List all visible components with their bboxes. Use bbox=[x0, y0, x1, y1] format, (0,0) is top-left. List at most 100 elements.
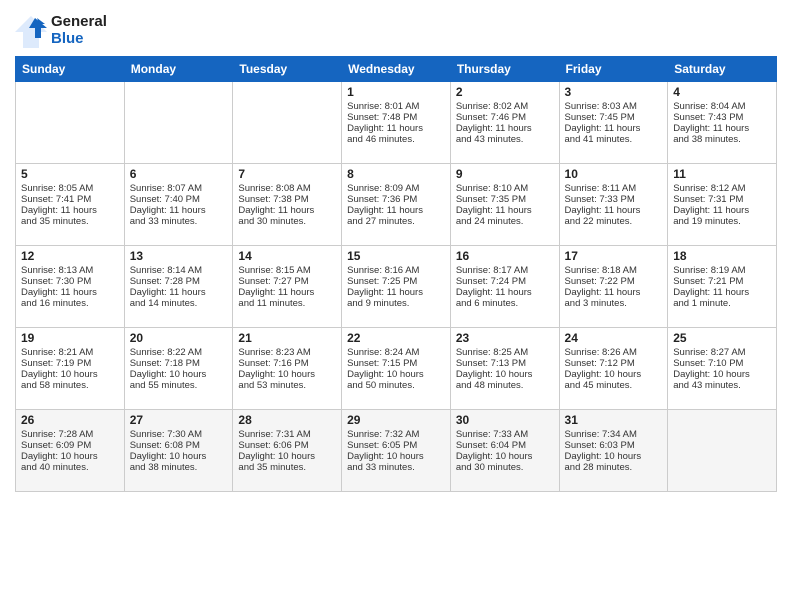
day-info-line: Sunset: 7:45 PM bbox=[565, 112, 663, 123]
day-cell: 25Sunrise: 8:27 AMSunset: 7:10 PMDayligh… bbox=[668, 328, 777, 410]
day-info-line: Sunset: 7:18 PM bbox=[130, 358, 228, 369]
day-cell: 9Sunrise: 8:10 AMSunset: 7:35 PMDaylight… bbox=[450, 164, 559, 246]
page-container: General Blue SundayMondayTuesdayWednesda… bbox=[0, 0, 792, 612]
day-info-line: Sunset: 7:36 PM bbox=[347, 194, 445, 205]
day-cell: 13Sunrise: 8:14 AMSunset: 7:28 PMDayligh… bbox=[124, 246, 233, 328]
day-info-line: Sunrise: 8:11 AM bbox=[565, 183, 663, 194]
day-info-line: and 11 minutes. bbox=[238, 298, 336, 309]
day-info-line: Sunset: 7:30 PM bbox=[21, 276, 119, 287]
day-info-line: Daylight: 11 hours bbox=[456, 123, 554, 134]
day-info-line: Sunset: 7:38 PM bbox=[238, 194, 336, 205]
day-number: 28 bbox=[238, 413, 336, 427]
day-cell: 2Sunrise: 8:02 AMSunset: 7:46 PMDaylight… bbox=[450, 82, 559, 164]
day-info-line: and 27 minutes. bbox=[347, 216, 445, 227]
day-cell: 7Sunrise: 8:08 AMSunset: 7:38 PMDaylight… bbox=[233, 164, 342, 246]
day-info-line: Sunset: 7:33 PM bbox=[565, 194, 663, 205]
day-cell: 16Sunrise: 8:17 AMSunset: 7:24 PMDayligh… bbox=[450, 246, 559, 328]
day-number: 30 bbox=[456, 413, 554, 427]
day-number: 29 bbox=[347, 413, 445, 427]
calendar-table: SundayMondayTuesdayWednesdayThursdayFrid… bbox=[15, 56, 777, 492]
day-info-line: and 50 minutes. bbox=[347, 380, 445, 391]
day-info-line: Sunset: 7:28 PM bbox=[130, 276, 228, 287]
day-info-line: Sunrise: 8:07 AM bbox=[130, 183, 228, 194]
day-info-line: Sunrise: 8:24 AM bbox=[347, 347, 445, 358]
day-info-line: Daylight: 11 hours bbox=[347, 205, 445, 216]
day-cell: 22Sunrise: 8:24 AMSunset: 7:15 PMDayligh… bbox=[342, 328, 451, 410]
day-info-line: Daylight: 11 hours bbox=[21, 287, 119, 298]
day-info-line: Sunset: 7:13 PM bbox=[456, 358, 554, 369]
weekday-monday: Monday bbox=[124, 57, 233, 82]
day-info-line: Daylight: 10 hours bbox=[130, 369, 228, 380]
day-info-line: Daylight: 11 hours bbox=[673, 287, 771, 298]
day-info-line: Sunrise: 7:31 AM bbox=[238, 429, 336, 440]
weekday-tuesday: Tuesday bbox=[233, 57, 342, 82]
day-info-line: and 30 minutes. bbox=[238, 216, 336, 227]
day-number: 12 bbox=[21, 249, 119, 263]
day-info-line: Sunset: 7:21 PM bbox=[673, 276, 771, 287]
day-number: 6 bbox=[130, 167, 228, 181]
day-info-line: Daylight: 10 hours bbox=[238, 369, 336, 380]
day-info-line: Sunset: 6:09 PM bbox=[21, 440, 119, 451]
day-info-line: Daylight: 11 hours bbox=[347, 123, 445, 134]
day-info-line: Sunset: 7:48 PM bbox=[347, 112, 445, 123]
day-info-line: Sunset: 7:35 PM bbox=[456, 194, 554, 205]
day-info-line: Sunset: 7:22 PM bbox=[565, 276, 663, 287]
weekday-sunday: Sunday bbox=[16, 57, 125, 82]
day-cell: 11Sunrise: 8:12 AMSunset: 7:31 PMDayligh… bbox=[668, 164, 777, 246]
day-info-line: and 3 minutes. bbox=[565, 298, 663, 309]
day-cell: 18Sunrise: 8:19 AMSunset: 7:21 PMDayligh… bbox=[668, 246, 777, 328]
weekday-header-row: SundayMondayTuesdayWednesdayThursdayFrid… bbox=[16, 57, 777, 82]
weekday-saturday: Saturday bbox=[668, 57, 777, 82]
day-number: 2 bbox=[456, 85, 554, 99]
day-info-line: Sunrise: 8:19 AM bbox=[673, 265, 771, 276]
day-info-line: and 46 minutes. bbox=[347, 134, 445, 145]
day-info-line: Sunset: 6:03 PM bbox=[565, 440, 663, 451]
day-cell bbox=[233, 82, 342, 164]
day-info-line: Sunrise: 8:16 AM bbox=[347, 265, 445, 276]
week-row-3: 19Sunrise: 8:21 AMSunset: 7:19 PMDayligh… bbox=[16, 328, 777, 410]
day-info-line: Sunset: 7:24 PM bbox=[456, 276, 554, 287]
day-info-line: Daylight: 10 hours bbox=[456, 369, 554, 380]
day-number: 20 bbox=[130, 331, 228, 345]
day-info-line: Sunrise: 8:10 AM bbox=[456, 183, 554, 194]
day-info-line: Sunrise: 8:14 AM bbox=[130, 265, 228, 276]
day-info-line: and 9 minutes. bbox=[347, 298, 445, 309]
day-info-line: and 38 minutes. bbox=[673, 134, 771, 145]
day-info-line: Daylight: 10 hours bbox=[238, 451, 336, 462]
day-info-line: Sunrise: 8:12 AM bbox=[673, 183, 771, 194]
day-info-line: Daylight: 11 hours bbox=[673, 205, 771, 216]
day-info-line: Sunrise: 8:27 AM bbox=[673, 347, 771, 358]
day-cell: 10Sunrise: 8:11 AMSunset: 7:33 PMDayligh… bbox=[559, 164, 668, 246]
day-cell: 28Sunrise: 7:31 AMSunset: 6:06 PMDayligh… bbox=[233, 410, 342, 492]
day-info-line: and 43 minutes. bbox=[456, 134, 554, 145]
day-info-line: Daylight: 11 hours bbox=[456, 205, 554, 216]
logo-wrapper: General Blue bbox=[15, 14, 107, 48]
weekday-friday: Friday bbox=[559, 57, 668, 82]
day-info-line: and 30 minutes. bbox=[456, 462, 554, 473]
day-info-line: Sunrise: 8:05 AM bbox=[21, 183, 119, 194]
day-info-line: Sunrise: 8:15 AM bbox=[238, 265, 336, 276]
day-info-line: and 35 minutes. bbox=[21, 216, 119, 227]
day-info-line: Sunrise: 8:25 AM bbox=[456, 347, 554, 358]
day-info-line: Sunrise: 8:08 AM bbox=[238, 183, 336, 194]
day-info-line: Sunset: 7:19 PM bbox=[21, 358, 119, 369]
day-info-line: Daylight: 11 hours bbox=[347, 287, 445, 298]
day-info-line: Sunrise: 8:23 AM bbox=[238, 347, 336, 358]
day-info-line: Sunrise: 7:32 AM bbox=[347, 429, 445, 440]
day-info-line: Daylight: 11 hours bbox=[565, 287, 663, 298]
day-cell: 26Sunrise: 7:28 AMSunset: 6:09 PMDayligh… bbox=[16, 410, 125, 492]
day-info-line: Sunrise: 8:26 AM bbox=[565, 347, 663, 358]
day-info-line: Sunrise: 7:28 AM bbox=[21, 429, 119, 440]
day-cell: 5Sunrise: 8:05 AMSunset: 7:41 PMDaylight… bbox=[16, 164, 125, 246]
day-info-line: and 24 minutes. bbox=[456, 216, 554, 227]
logo-bird-icon bbox=[15, 16, 47, 48]
day-info-line: Sunset: 7:16 PM bbox=[238, 358, 336, 369]
day-info-line: and 1 minute. bbox=[673, 298, 771, 309]
logo-blue: Blue bbox=[51, 31, 107, 48]
day-number: 25 bbox=[673, 331, 771, 345]
day-info-line: Sunrise: 8:17 AM bbox=[456, 265, 554, 276]
day-number: 4 bbox=[673, 85, 771, 99]
day-number: 17 bbox=[565, 249, 663, 263]
day-info-line: Sunset: 7:25 PM bbox=[347, 276, 445, 287]
day-number: 3 bbox=[565, 85, 663, 99]
